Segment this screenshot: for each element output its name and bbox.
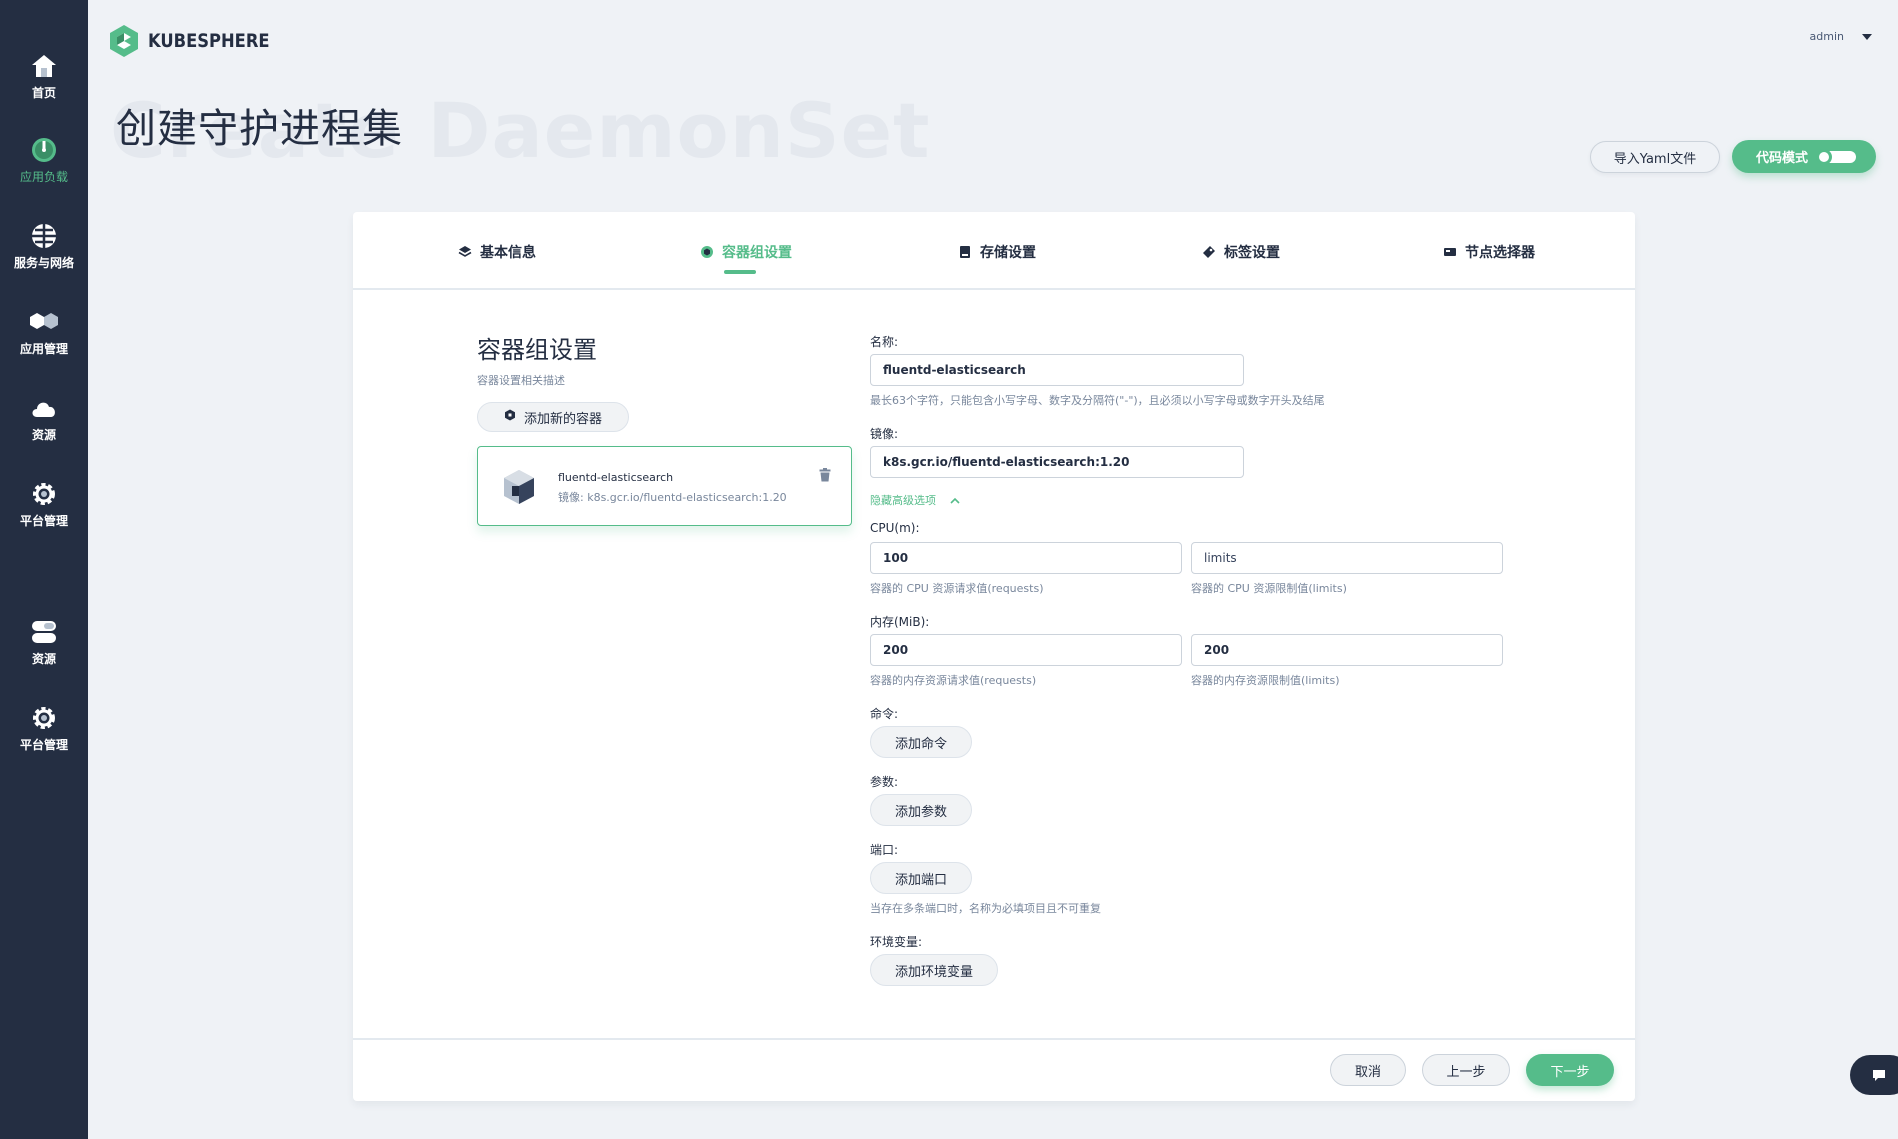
code-mode-label: 代码模式 [1756,151,1809,166]
cloud-icon [0,390,88,426]
tab-storage-settings[interactable]: 存储设置 [958,242,1036,262]
cpu-label: CPU(m): [870,521,920,535]
apps-icon [0,304,88,340]
cpu-limits-input[interactable] [1191,542,1503,574]
sidebar-item-network[interactable]: 服务与网络 [0,218,88,288]
sidebar-item-label: 资源 [31,652,56,666]
sidebar-item-label: 平台管理 [19,738,68,752]
sidebar-item-storage[interactable]: 资源 [0,614,88,684]
node-icon [1443,245,1457,259]
trash-icon[interactable] [819,467,831,486]
tab-label: 容器组设置 [722,245,792,261]
card-footer: 取消 上一步 下一步 [353,1038,1635,1101]
port-hint: 当存在多条端口时，名称为必填项目且不可重复 [870,902,1101,915]
sidebar-item-platform[interactable]: 平台管理 [0,476,88,546]
storage-icon [0,614,88,650]
layers-icon [458,245,472,259]
add-env-button[interactable]: 添加环境变量 [870,954,998,986]
sidebar-item-label: 平台管理 [19,514,68,528]
network-icon [0,218,88,254]
add-command-button[interactable]: 添加命令 [870,726,972,758]
container-icon [504,409,516,425]
sidebar-item-apps[interactable]: 应用管理 [0,304,88,374]
import-yaml-button[interactable]: 导入Yaml文件 [1590,141,1720,173]
container-icon [502,469,536,509]
home-icon [0,48,88,84]
chevron-up-icon [950,497,960,504]
kubesphere-logo-icon [110,25,138,57]
memory-limits-input[interactable] [1191,634,1503,666]
cpu-limits-hint: 容器的 CPU 资源限制值(limits) [1191,582,1347,595]
tab-node-selector[interactable]: 节点选择器 [1443,242,1535,262]
create-daemonset-card: 基本信息 容器组设置 存储设置 标签设置 节点选择器 容器组设置 容器设置相关描… [353,212,1635,1101]
add-container-button[interactable]: 添加新的容器 [477,402,629,432]
tab-label-settings[interactable]: 标签设置 [1202,242,1280,262]
memory-requests-hint: 容器的内存资源请求值(requests) [870,674,1037,687]
page-title: 创建守护进程集 [116,106,403,152]
env-label: 环境变量: [870,935,923,949]
args-label: 参数: [870,775,899,789]
add-args-button[interactable]: 添加参数 [870,794,972,826]
previous-step-button[interactable]: 上一步 [1422,1054,1510,1086]
name-input[interactable] [870,354,1244,386]
memory-label: 内存(MiB): [870,615,930,629]
gear-icon [0,700,88,736]
kubesphere-logo[interactable]: KUBESPHERE [110,24,289,58]
sidebar-item-label: 首页 [31,86,56,100]
cancel-button[interactable]: 取消 [1330,1054,1406,1086]
sidebar-item-resources[interactable]: 资源 [0,390,88,460]
sidebar-item-platform-2[interactable]: 平台管理 [0,700,88,770]
sidebar-item-label: 资源 [31,428,56,442]
image-input[interactable] [870,446,1244,478]
chat-button[interactable] [1850,1055,1898,1095]
sidebar-item-label: 服务与网络 [13,256,74,270]
tab-pod-settings[interactable]: 容器组设置 [700,242,792,262]
memory-requests-input[interactable] [870,634,1182,666]
brand-name: KUBESPHERE [148,30,270,52]
hide-advanced-toggle[interactable]: 隐藏高级选项 [870,492,960,508]
image-label: 镜像: [870,427,899,441]
next-step-button[interactable]: 下一步 [1526,1054,1614,1086]
cpu-requests-input[interactable] [870,542,1182,574]
user-menu[interactable]: admin [1810,30,1872,43]
tab-label: 节点选择器 [1465,245,1535,261]
sidebar-item-home[interactable]: 首页 [0,48,88,118]
section-title: 容器组设置 [477,336,597,364]
sidebar-item-workloads[interactable]: 应用负载 [0,132,88,202]
username: admin [1809,30,1844,43]
hide-advanced-label: 隐藏高级选项 [870,494,936,507]
sidebar: 首页 应用负载 服务与网络 应用管理 资源 平台管理 资源 平台管理 [0,0,88,1139]
pod-icon [700,245,714,259]
storage-icon [958,245,972,259]
memory-limits-hint: 容器的内存资源限制值(limits) [1191,674,1340,687]
tab-label: 标签设置 [1224,245,1280,261]
command-label: 命令: [870,707,899,721]
sidebar-item-label: 应用负载 [19,170,68,184]
sidebar-item-label: 应用管理 [19,342,68,356]
caret-down-icon [1862,33,1872,40]
tab-basic-info[interactable]: 基本信息 [458,242,536,262]
tab-label: 存储设置 [980,245,1036,261]
code-mode-toggle[interactable]: 代码模式 [1732,140,1876,173]
name-label: 名称: [870,335,899,349]
tag-icon [1202,245,1216,259]
step-tabs: 基本信息 容器组设置 存储设置 标签设置 节点选择器 [353,212,1635,290]
section-description: 容器设置相关描述 [477,374,565,387]
container-item[interactable]: fluentd-elasticsearch 镜像: k8s.gcr.io/flu… [477,446,852,526]
toggle-knob [1816,149,1832,165]
cpu-requests-hint: 容器的 CPU 资源请求值(requests) [870,582,1044,595]
workload-gauge-icon [0,132,88,168]
container-image: 镜像: k8s.gcr.io/fluentd-elasticsearch:1.2… [558,491,787,504]
port-label: 端口: [870,843,899,857]
chat-icon [1873,1070,1885,1081]
name-hint: 最长63个字符，只能包含小写字母、数字及分隔符("-")，且必须以小写字母或数字… [870,394,1325,407]
gear-icon [0,476,88,512]
add-container-label: 添加新的容器 [523,411,602,427]
container-name: fluentd-elasticsearch [558,471,674,484]
tab-label: 基本信息 [480,245,536,261]
add-port-button[interactable]: 添加端口 [870,862,972,894]
active-tab-indicator [724,270,756,274]
